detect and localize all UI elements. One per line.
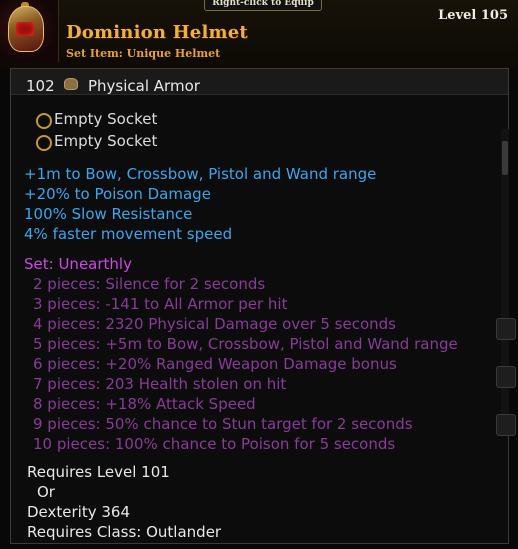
requirement-stat: Dexterity 364 [27,503,130,521]
socket-label: Empty Socket [54,132,158,150]
socket-ring-icon [36,113,52,129]
set-bonus-line: 3 pieces: -141 to All Armor per hit [33,295,288,313]
modifier-line: 100% Slow Resistance [24,205,193,223]
item-level: Level 105 [438,8,508,23]
modifier-line: +20% to Poison Damage [24,185,211,203]
modifier-line: 4% faster movement speed [24,225,233,243]
socket-ring-icon [36,135,52,151]
modifier-line: +1m to Bow, Crossbow, Pistol and Wand ra… [24,165,377,183]
scrollbar-thumb[interactable] [502,141,508,175]
equip-hint: Right-click to Equip [204,0,322,11]
requirement-or: Or [37,483,55,501]
set-bonus-line: 9 pieces: 50% chance to Stun target for … [33,415,413,433]
requirement-class: Requires Class: Outlander [27,523,222,541]
side-panel-button[interactable] [496,318,516,340]
socket-label: Empty Socket [54,110,158,128]
item-name: Dominion Helmet [66,22,248,43]
socket-slot[interactable]: Empty Socket [36,132,236,152]
helmet-visor [16,22,34,36]
side-panel-button[interactable] [496,366,516,388]
tooltip-header: Right-click to Equip Dominion Helmet Set… [0,0,518,68]
set-bonus-line: 8 pieces: +18% Attack Speed [33,395,256,413]
set-bonus-line: 2 pieces: Silence for 2 seconds [33,275,266,293]
tooltip-body: 102 Physical Armor Empty Socket Empty So… [10,68,509,544]
set-bonus-line: 6 pieces: +20% Ranged Weapon Damage bonu… [33,355,397,373]
helmet-icon [0,0,59,62]
item-subtitle: Set Item: Unique Helmet [66,47,221,60]
side-panel-button[interactable] [496,414,516,436]
armor-row: 102 Physical Armor [11,69,508,95]
set-bonus-line: 7 pieces: 203 Health stolen on hit [33,375,287,393]
socket-slot[interactable]: Empty Socket [36,110,236,130]
set-bonus-line: 10 pieces: 100% chance to Poison for 5 s… [33,435,396,453]
set-title: Set: Unearthly [24,255,132,273]
armor-icon [64,78,78,90]
requirement-level: Requires Level 101 [27,463,170,481]
set-bonus-line: 5 pieces: +5m to Bow, Crossbow, Pistol a… [33,335,458,353]
set-bonus-line: 4 pieces: 2320 Physical Damage over 5 se… [33,315,396,333]
armor-value: 102 [26,77,55,95]
armor-label: Physical Armor [88,77,200,95]
item-tooltip: Right-click to Equip Dominion Helmet Set… [0,0,518,549]
